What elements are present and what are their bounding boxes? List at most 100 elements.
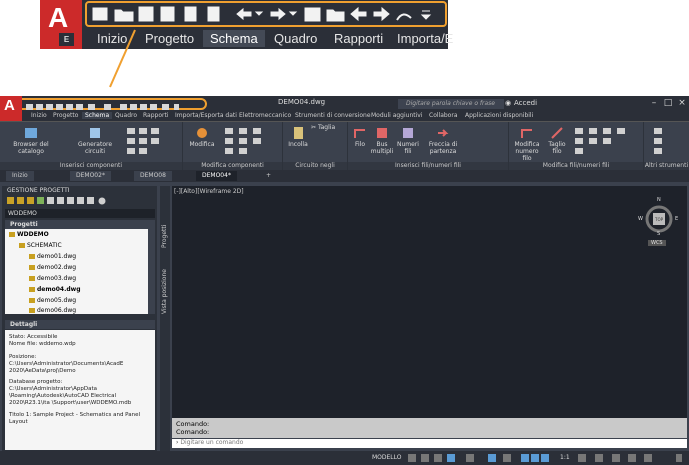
annotation-icon[interactable]	[521, 454, 529, 462]
tab-elettromeccanico[interactable]: Elettromeccanico	[236, 112, 294, 119]
app-menu-logo[interactable]: A	[0, 96, 22, 124]
tree-file[interactable]: demo06.dwg	[29, 308, 76, 314]
publish-icon[interactable]	[76, 104, 83, 110]
bus-multipli-button[interactable]: Bus multipli	[370, 126, 394, 155]
taglio-filo-button[interactable]: Taglio filo	[545, 126, 569, 155]
file-label: demo06.dwg	[37, 307, 77, 314]
tab-schema[interactable]: Schema	[82, 112, 113, 119]
lineweight-icon[interactable]	[488, 454, 496, 462]
tree-scrollbar[interactable]	[148, 229, 155, 314]
tab-moduli-aggiuntivi[interactable]: Moduli aggiuntivi	[368, 112, 426, 119]
print-icon[interactable]	[120, 104, 127, 110]
panel-footer[interactable]: Altri strumenti	[644, 162, 689, 170]
freccia-partenza-button[interactable]: Freccia di partenza	[426, 126, 460, 155]
details-section-header: Dettagli	[5, 320, 155, 329]
customize-menu-icon[interactable]	[676, 454, 682, 462]
more-icon[interactable]	[174, 104, 179, 110]
wire-tools-icon[interactable]	[573, 126, 639, 156]
tree-file[interactable]: demo02.dwg	[29, 264, 76, 271]
model-space-button[interactable]: MODELLO	[372, 454, 402, 462]
redo-icon[interactable]	[104, 104, 111, 110]
side-tab-progetti[interactable]: Progetti	[161, 225, 168, 248]
panel-footer[interactable]: Modifica componenti	[183, 162, 282, 170]
tab-inizio[interactable]: Inizio	[28, 112, 50, 119]
tree-folder[interactable]: SCHEMATIC	[19, 242, 62, 249]
viewcube[interactable]: N S W E TOP WCS	[638, 197, 678, 246]
file-icon	[29, 308, 35, 313]
incolla-button[interactable]: Incolla	[286, 126, 310, 148]
forward-icon[interactable]	[150, 104, 157, 110]
annotation-scale[interactable]: 1:1	[560, 454, 570, 462]
tree-file[interactable]: demo01.dwg	[29, 253, 76, 260]
tree-root[interactable]: WDDEMO	[9, 231, 49, 238]
other-tools-icon[interactable]	[652, 126, 672, 156]
project-folder-icon[interactable]	[130, 104, 137, 110]
tree-file[interactable]: demo05.dwg	[29, 297, 76, 304]
osnap-icon[interactable]	[466, 454, 474, 462]
new-tab-button[interactable]: +	[260, 171, 277, 181]
doc-tab-demo08[interactable]: DEMO08	[134, 171, 172, 181]
viewport-controls[interactable]: [-][Alto][Wireframe 2D]	[174, 188, 244, 195]
doc-tab-inizio[interactable]: Inizio	[6, 171, 34, 181]
plot-preview-icon[interactable]	[66, 104, 73, 110]
back-icon[interactable]	[140, 104, 147, 110]
command-input[interactable]: › Digitare un comando	[172, 439, 687, 448]
snap-icon[interactable]	[421, 454, 429, 462]
generatore-circuiti-button[interactable]: Generatore circuiti	[70, 126, 120, 155]
selection-cycling-icon[interactable]	[503, 454, 511, 462]
tree-file-active[interactable]: demo04.dwg	[29, 286, 81, 293]
new-icon[interactable]	[26, 104, 33, 110]
project-tree: WDDEMO SCHEMATIC demo01.dwg demo02.dwg d…	[5, 229, 148, 314]
grid-icon[interactable]	[408, 454, 416, 462]
tab-importa-esporta[interactable]: Importa/Esporta dati	[172, 112, 240, 119]
panel-footer[interactable]: Modifica fili/numeri fili	[509, 162, 643, 170]
modify-tools-icon[interactable]	[223, 126, 277, 156]
numeri-fili-button[interactable]: Numeri fili	[396, 126, 420, 155]
electrical-icon[interactable]	[162, 104, 169, 110]
autoscale-icon[interactable]	[541, 454, 549, 462]
filo-button[interactable]: Filo	[350, 126, 370, 148]
login-button[interactable]: Accedi	[514, 99, 537, 107]
insert-tools-icon[interactable]	[125, 126, 177, 156]
saveas-icon[interactable]	[56, 104, 63, 110]
doc-tab-demo04[interactable]: DEMO04*	[196, 171, 237, 181]
tab-strumenti-conversione[interactable]: Strumenti di conversione	[292, 112, 374, 119]
tab-applicazioni[interactable]: Applicazioni disponibili	[462, 112, 536, 119]
save-icon[interactable]	[46, 104, 53, 110]
tab-quadro[interactable]: Quadro	[112, 112, 140, 119]
tab-progetto[interactable]: Progetto	[50, 112, 81, 119]
polar-icon[interactable]	[447, 454, 455, 462]
binoculars-icon[interactable]: ◉	[505, 99, 511, 107]
open-icon[interactable]	[36, 104, 43, 110]
minimize-button[interactable]: –	[648, 97, 660, 109]
ortho-icon[interactable]	[434, 454, 442, 462]
add-icon[interactable]	[595, 454, 603, 462]
panel-footer[interactable]: Inserisci fili/numeri fili	[348, 162, 508, 170]
search-input[interactable]: Digitare parola chiave o frase	[398, 99, 504, 109]
file-label: demo03.dwg	[37, 275, 77, 282]
compass-west: W	[638, 216, 643, 222]
panel-title: GESTIONE PROGETTI	[7, 187, 70, 194]
hardware-acceleration-icon[interactable]	[628, 454, 636, 462]
side-tab-vista-posizione[interactable]: Vista posizione	[161, 269, 168, 314]
tab-rapporti[interactable]: Rapporti	[140, 112, 172, 119]
workspace-gear-icon[interactable]	[578, 454, 586, 462]
browser-catalogo-button[interactable]: Browser del catalogo	[4, 126, 58, 155]
taglia-button[interactable]: ✂ Taglia	[311, 124, 345, 131]
isolate-icon[interactable]	[612, 454, 620, 462]
clean-screen-icon[interactable]	[644, 454, 652, 462]
close-button[interactable]: ×	[676, 97, 688, 109]
project-toolbar-icons[interactable]	[2, 196, 157, 206]
wcs-menu[interactable]: WCS	[648, 240, 666, 246]
modifica-numero-filo-button[interactable]: Modifica numero filo	[511, 126, 543, 162]
doc-tab-demo02[interactable]: DEMO02*	[70, 171, 111, 181]
tab-collabora[interactable]: Collabora	[426, 112, 461, 119]
tree-file[interactable]: demo03.dwg	[29, 275, 76, 282]
modifica-button[interactable]: Modifica	[187, 126, 217, 148]
drawing-area[interactable]: [-][Alto][Wireframe 2D] N S W E TOP WCS	[172, 186, 687, 418]
maximize-button[interactable]: □	[662, 97, 674, 109]
undo-icon[interactable]	[88, 104, 95, 110]
project-selector[interactable]: WDDEMO	[5, 209, 155, 218]
annotation-visibility-icon[interactable]	[531, 454, 539, 462]
panel-footer[interactable]: Inserisci componenti	[0, 162, 182, 170]
